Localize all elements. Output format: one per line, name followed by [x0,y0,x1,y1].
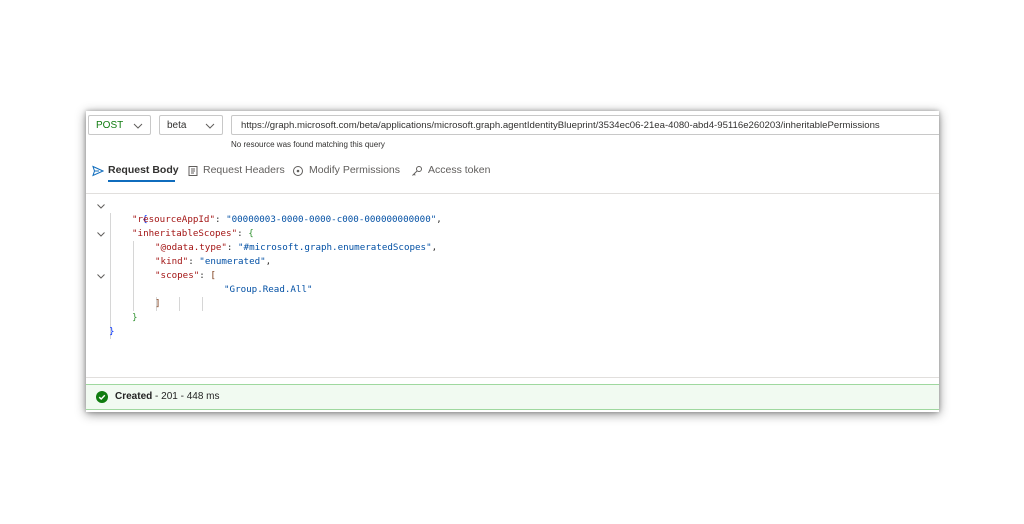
collapse-chevron-icon[interactable] [96,229,106,239]
collapse-chevron-icon[interactable] [96,271,106,281]
code-line: "@odata.type": "#microsoft.graph.enumera… [155,242,438,253]
code-line: "Group.Read.All" [224,284,313,295]
code-line: } [132,312,138,323]
code-line: { [142,214,148,225]
indent-guide [179,297,180,311]
request-body-editor[interactable]: { "resourceAppId": "00000003-0000-0000-c… [86,199,939,369]
method-value: POST [96,120,124,131]
tab-request-headers-label: Request Headers [203,164,285,176]
active-tab-indicator [108,180,175,182]
response-status-bar: Created - 201 - 448 ms [86,384,939,410]
code-line: "resourceAppId": "00000003-0000-0000-c00… [132,214,442,225]
key-icon [412,166,422,176]
tabs-divider [86,193,939,194]
send-icon [92,165,104,177]
tab-access-token-label: Access token [428,164,491,176]
indent-guide [202,297,203,311]
method-select[interactable]: POST [88,115,151,135]
success-check-icon [96,391,108,403]
code-line: } [109,326,115,337]
indent-guide [133,241,134,311]
code-line: "kind": "enumerated", [155,256,272,267]
status-detail: - 201 - 448 ms [152,391,220,402]
shield-icon [293,166,303,176]
request-toolbar: POST beta https://graph.microsoft.com/be… [86,115,939,137]
code-line: ] [155,298,161,309]
chevron-down-icon [205,123,215,129]
version-value: beta [167,120,187,131]
query-hint: No resource was found matching this quer… [231,140,385,149]
status-divider [86,377,939,378]
url-input[interactable]: https://graph.microsoft.com/beta/applica… [231,115,939,135]
tab-modify-permissions-label: Modify Permissions [309,164,401,176]
graph-explorer-panel: POST beta https://graph.microsoft.com/be… [86,111,939,412]
code-line: "inheritableScopes": { [132,228,254,239]
code-line: "scopes": [ [155,270,216,281]
tab-request-body-label: Request Body [108,164,179,176]
collapse-chevron-icon[interactable] [96,201,106,211]
chevron-down-icon [133,123,143,129]
headers-icon [188,166,198,176]
status-text: Created - 201 - 448 ms [115,391,220,402]
version-select[interactable]: beta [159,115,223,135]
status-label: Created [115,391,153,402]
